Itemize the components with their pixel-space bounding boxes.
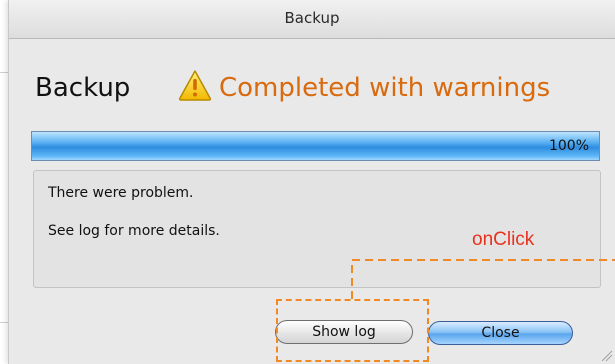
resize-grip-icon[interactable] [601, 350, 613, 362]
close-button[interactable]: Close [428, 321, 573, 345]
annotation-label: onClick [472, 229, 535, 250]
background-window-edge [0, 72, 9, 73]
annotation-highlight-box [276, 299, 429, 362]
progress-bar: 100% [31, 131, 600, 161]
warning-icon [178, 70, 212, 101]
progress-fill [32, 132, 599, 160]
window-title: Backup [284, 9, 340, 27]
status-text: Completed with warnings [219, 73, 551, 103]
message-line: There were problem. [48, 185, 194, 201]
progress-percent: 100% [548, 138, 589, 154]
title-bar[interactable]: Backup [9, 0, 615, 39]
dialog-heading: Backup [35, 73, 131, 103]
background-window-edge [0, 322, 9, 323]
page: Backup Backup Completed with warnings 10… [0, 0, 615, 364]
message-line: See log for more details. [48, 223, 220, 239]
